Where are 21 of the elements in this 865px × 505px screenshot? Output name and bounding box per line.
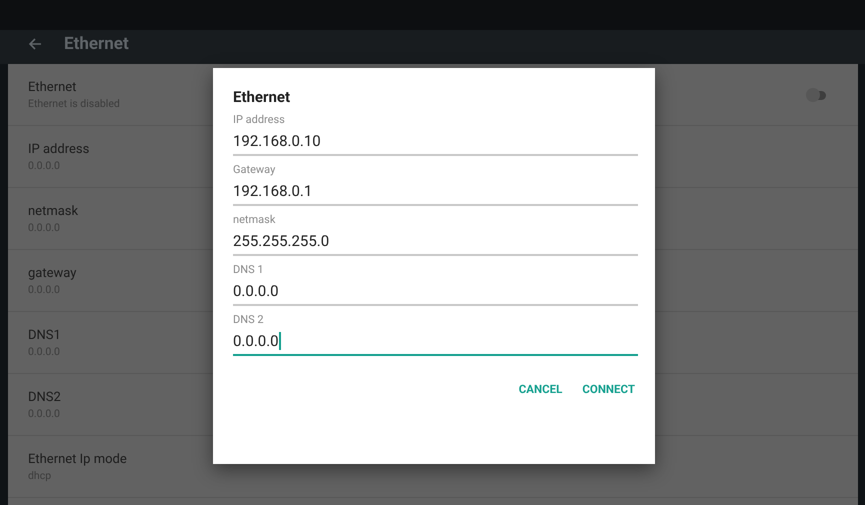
field-label: IP address (233, 113, 286, 126)
input-field[interactable]: 0.0.0.0 (233, 332, 638, 356)
back-arrow-icon[interactable] (28, 37, 42, 51)
toggle-switch[interactable] (806, 88, 828, 102)
setting-title: IP address (28, 142, 90, 156)
setting-title: Ethernet (28, 80, 78, 94)
setting-title: netmask (28, 204, 78, 218)
input-field[interactable]: 0.0.0.0 (233, 282, 638, 306)
field-label: DNS 1 (233, 263, 265, 276)
input-field[interactable]: 192.168.0.10 (233, 132, 638, 156)
setting-title: DNS1 (28, 328, 61, 342)
field-label: DNS 2 (233, 313, 265, 326)
setting-title: Ethernet Ip mode (28, 452, 127, 466)
dialog-title: Ethernet (233, 88, 292, 106)
input-field[interactable]: 255.255.255.0 (233, 232, 638, 256)
field-label: Gateway (233, 163, 276, 176)
setting-title: DNS2 (28, 390, 61, 404)
setting-title: gateway (28, 266, 76, 280)
field-label: netmask (233, 213, 276, 226)
toolbar-title: Ethernet (64, 34, 129, 56)
input-field[interactable]: 192.168.0.1 (233, 182, 638, 206)
